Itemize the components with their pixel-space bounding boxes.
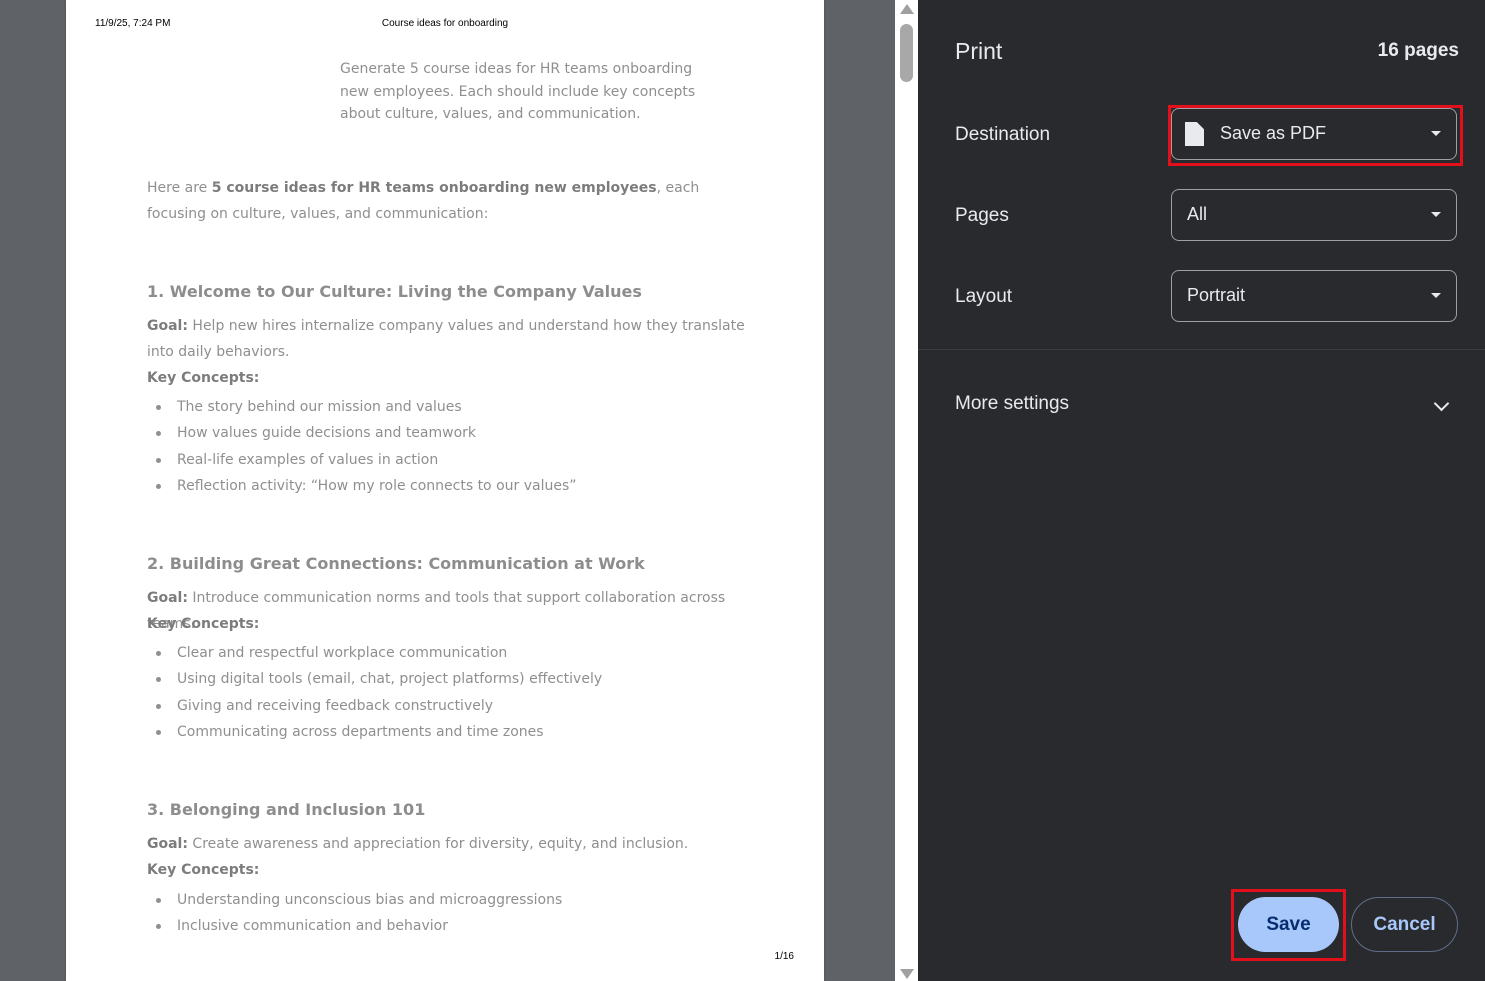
user-prompt-text: Generate 5 course ideas for HR teams onb… — [340, 61, 696, 122]
scrollbar-thumb[interactable] — [900, 24, 913, 82]
page-number: 1/16 — [774, 951, 794, 962]
preview-scrollbar[interactable] — [895, 0, 918, 981]
list-item: Real-life examples of values in action — [147, 447, 577, 473]
concept-list: Clear and respectful workplace communica… — [147, 640, 602, 745]
list-item: Understanding unconscious bias and micro… — [147, 887, 562, 913]
section-heading: 1. Welcome to Our Culture: Living the Co… — [147, 282, 642, 301]
intro-prefix: Here are — [147, 180, 212, 196]
dropdown-arrow-icon — [1431, 212, 1441, 217]
destination-select[interactable]: Save as PDF — [1171, 108, 1457, 160]
pages-label: Pages — [955, 205, 1009, 226]
dropdown-arrow-icon — [1431, 131, 1441, 136]
print-title: Print — [955, 38, 1003, 64]
goal-label: Goal: — [147, 590, 188, 606]
layout-label: Layout — [955, 286, 1013, 307]
pages-value: All — [1187, 204, 1208, 224]
divider — [918, 349, 1485, 350]
cancel-button[interactable]: Cancel — [1351, 897, 1458, 952]
page-count: 16 pages — [1377, 40, 1459, 61]
list-item: Communicating across departments and tim… — [147, 719, 602, 745]
list-item: Using digital tools (email, chat, projec… — [147, 666, 602, 692]
scroll-down-arrow-icon[interactable] — [900, 969, 914, 979]
preview-page: 11/9/25, 7:24 PM Course ideas for onboar… — [66, 0, 824, 981]
goal-text: Help new hires internalize company value… — [147, 318, 745, 360]
section-goal: Goal: Create awareness and appreciation … — [147, 831, 747, 857]
file-icon — [1185, 122, 1204, 146]
list-item: Clear and respectful workplace communica… — [147, 640, 602, 666]
destination-label: Destination — [955, 124, 1051, 145]
list-item: The story behind our mission and values — [147, 394, 577, 420]
more-settings-label: More settings — [955, 393, 1070, 414]
layout-value: Portrait — [1187, 285, 1246, 305]
concept-list: Understanding unconscious bias and micro… — [147, 887, 562, 940]
save-button[interactable]: Save — [1238, 897, 1339, 952]
section-heading: 2. Building Great Connections: Communica… — [147, 554, 645, 573]
intro-paragraph: Here are 5 course ideas for HR teams onb… — [147, 175, 737, 227]
key-concepts-label: Key Concepts: — [147, 862, 260, 878]
page-header-title: Course ideas for onboarding — [381, 18, 509, 29]
list-item: Inclusive communication and behavior — [147, 913, 562, 939]
section-heading: 3. Belonging and Inclusion 101 — [147, 800, 426, 819]
key-concepts-label: Key Concepts: — [147, 616, 260, 632]
concept-list: The story behind our mission and values … — [147, 394, 577, 499]
print-preview-area: 11/9/25, 7:24 PM Course ideas for onboar… — [0, 0, 895, 981]
pages-select[interactable]: All — [1171, 189, 1457, 241]
more-settings-toggle[interactable]: More settings — [918, 378, 1485, 432]
list-item: Reflection activity: “How my role connec… — [147, 473, 577, 499]
list-item: Giving and receiving feedback constructi… — [147, 693, 602, 719]
goal-label: Goal: — [147, 836, 188, 852]
chevron-down-icon — [1433, 395, 1450, 412]
goal-text: Create awareness and appreciation for di… — [187, 836, 689, 852]
dropdown-arrow-icon — [1431, 293, 1441, 298]
layout-select[interactable]: Portrait — [1171, 270, 1457, 322]
print-settings-panel: Print 16 pages Destination Save as PDF P… — [918, 0, 1485, 981]
list-item: How values guide decisions and teamwork — [147, 420, 577, 446]
goal-label: Goal: — [147, 318, 188, 334]
section-goal: Goal: Help new hires internalize company… — [147, 313, 747, 365]
key-concepts-label: Key Concepts: — [147, 370, 260, 386]
scroll-up-arrow-icon[interactable] — [900, 4, 914, 14]
intro-bold: 5 course ideas for HR teams onboarding n… — [211, 180, 657, 196]
destination-value: Save as PDF — [1220, 123, 1327, 143]
